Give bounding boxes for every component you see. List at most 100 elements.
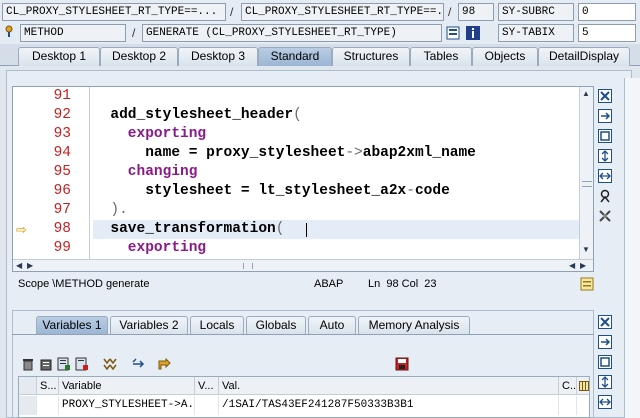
line-number: 96 (53, 183, 71, 199)
tab-variables-2[interactable]: Variables 2 (110, 316, 188, 334)
editor-settings-icon[interactable] (580, 277, 594, 291)
save-variables-icon[interactable] (56, 356, 72, 372)
expand-icon[interactable] (102, 356, 118, 372)
language-label: ABAP (314, 278, 344, 290)
code-symbol: ( (293, 107, 302, 123)
close-tool-icon[interactable] (597, 314, 613, 330)
maximize-tool-icon[interactable] (597, 354, 613, 370)
maximize-tool-icon[interactable] (597, 128, 613, 144)
code-symbol: - (406, 183, 415, 199)
load-variables-icon[interactable] (74, 356, 90, 372)
program-field[interactable]: CL_PROXY_STYLESHEET_RT_TYPE==... (2, 3, 226, 21)
tab-auto[interactable]: Auto (308, 316, 356, 334)
line-number: 99 (53, 240, 71, 256)
scroll-right-arrow-icon[interactable]: ▶ (580, 260, 586, 271)
sy-tabix-value[interactable]: 5 (578, 24, 636, 42)
code-token: abap2xml_name (362, 145, 476, 161)
swap-vertical-icon[interactable] (597, 374, 613, 390)
line-number: 94 (53, 145, 71, 161)
tab-locals[interactable]: Locals (190, 316, 244, 334)
scroll-down-arrow-icon[interactable]: ▼ (582, 245, 590, 254)
desktop-tabstrip: Desktop 1 Desktop 2 Desktop 3 Standard S… (0, 44, 640, 66)
column-header-value[interactable]: Val. (219, 377, 559, 395)
line-number: 95 (53, 164, 71, 180)
code-line: ). (93, 201, 127, 220)
column-header-variable[interactable]: Variable (59, 377, 195, 395)
row-selector[interactable] (19, 396, 37, 415)
code-line: exporting (93, 125, 206, 144)
tab-structures[interactable]: Structures (332, 47, 410, 66)
tab-tables[interactable]: Tables (410, 47, 472, 66)
method-icon (5, 25, 13, 37)
variables-table[interactable]: S... Variable V... Val. C... PROXY_STYLE… (18, 376, 590, 418)
replace-tool-icon[interactable] (597, 108, 613, 124)
tab-desktop-2[interactable]: Desktop 2 (100, 47, 178, 66)
vertical-scrollbar[interactable]: ▲ ▼ (579, 87, 593, 259)
tab-objects[interactable]: Objects (472, 47, 538, 66)
tab-desktop-1[interactable]: Desktop 1 (18, 47, 100, 66)
column-header-status[interactable]: S... (37, 377, 59, 395)
code-token: add_stylesheet_header (93, 107, 294, 123)
tab-globals[interactable]: Globals (246, 316, 306, 334)
swap-vertical-icon[interactable] (597, 148, 613, 164)
tab-desktop-3[interactable]: Desktop 3 (178, 47, 258, 66)
cell-status (37, 396, 59, 415)
event-type-field[interactable]: METHOD (20, 24, 126, 42)
tab-variables-1[interactable]: Variables 1 (36, 316, 108, 334)
goto-icon[interactable] (156, 356, 172, 372)
cell-value[interactable]: /1SAI/TAS43EF241287F50333B3B1 (219, 396, 559, 415)
code-keyword: changing (93, 164, 198, 180)
include-field[interactable]: CL_PROXY_STYLESHEET_RT_TYPE==... (241, 3, 444, 21)
code-token: name = proxy_stylesheet (93, 145, 346, 161)
tab-detail-display[interactable]: DetailDisplay (538, 47, 630, 66)
display-source-icon[interactable] (446, 26, 460, 40)
delete-all-icon[interactable] (38, 356, 54, 372)
line-field[interactable]: 98 (458, 3, 494, 21)
current-statement-arrow-icon: ⇨ (16, 222, 27, 237)
h-scroll-thumb[interactable] (243, 263, 253, 269)
tab-memory-analysis[interactable]: Memory Analysis (358, 316, 470, 334)
code-token: code (414, 183, 450, 199)
tab-standard[interactable]: Standard (258, 47, 332, 66)
close-tool-icon[interactable] (597, 88, 613, 104)
line-number: 93 (53, 126, 71, 142)
scroll-left-arrow-icon[interactable]: ◀ (16, 260, 22, 271)
separator: / (230, 5, 234, 19)
event-field[interactable]: GENERATE (CL_PROXY_STYLESHEET_RT_TYPE) (142, 24, 442, 42)
info-icon[interactable] (466, 26, 480, 40)
delete-icon[interactable] (20, 356, 36, 372)
line-number: 98 (53, 221, 71, 237)
services-icon[interactable] (597, 188, 613, 204)
sy-tabix-label: SY-TABIX (498, 24, 574, 42)
scroll-left-arrow-icon[interactable]: ◀ (569, 260, 575, 271)
scroll-thumb[interactable] (582, 181, 592, 187)
scroll-up-arrow-icon[interactable]: ▲ (582, 89, 590, 98)
code-line: changing (93, 163, 198, 182)
tools-icon[interactable] (597, 208, 613, 224)
sy-subrc-value[interactable]: 0 (578, 3, 636, 21)
scroll-right-arrow-icon[interactable]: ▶ (27, 260, 33, 271)
source-code-editor[interactable]: 91 92 93 94 95 96 97 98 99 ⇨ add_stylesh… (12, 86, 594, 272)
gutter-divider (89, 87, 90, 259)
scope-label: Scope \METHOD generate (18, 278, 150, 290)
column-settings-icon[interactable] (577, 377, 589, 395)
line-number: 92 (53, 107, 71, 123)
column-header-v[interactable]: V... (195, 377, 219, 395)
editor-status-line: Scope \METHOD generate ABAP Ln 98 Col 23 (12, 274, 598, 294)
code-symbol: ( (275, 221, 285, 237)
code-keyword: exporting (93, 240, 207, 256)
line-number: 97 (53, 202, 71, 218)
swap-horizontal-icon[interactable] (597, 168, 613, 184)
cell-variable[interactable]: PROXY_STYLESHEET->A... (59, 396, 195, 415)
save-layout-icon[interactable] (394, 356, 410, 372)
horizontal-scrollbar[interactable]: ◀ ▶ ◀ ▶ (13, 259, 593, 271)
replace-tool-icon[interactable] (597, 334, 613, 350)
sy-subrc-label: SY-SUBRC (498, 3, 574, 21)
debugger-info-bar: CL_PROXY_STYLESHEET_RT_TYPE==... / CL_PR… (0, 0, 640, 44)
code-lines: add_stylesheet_header( exporting name = … (93, 87, 579, 259)
line-number: 91 (53, 88, 71, 104)
refresh-icon[interactable] (130, 356, 146, 372)
column-header-c[interactable]: C... (559, 377, 577, 395)
swap-horizontal-icon[interactable] (597, 394, 613, 410)
row-selector-header (19, 377, 37, 395)
